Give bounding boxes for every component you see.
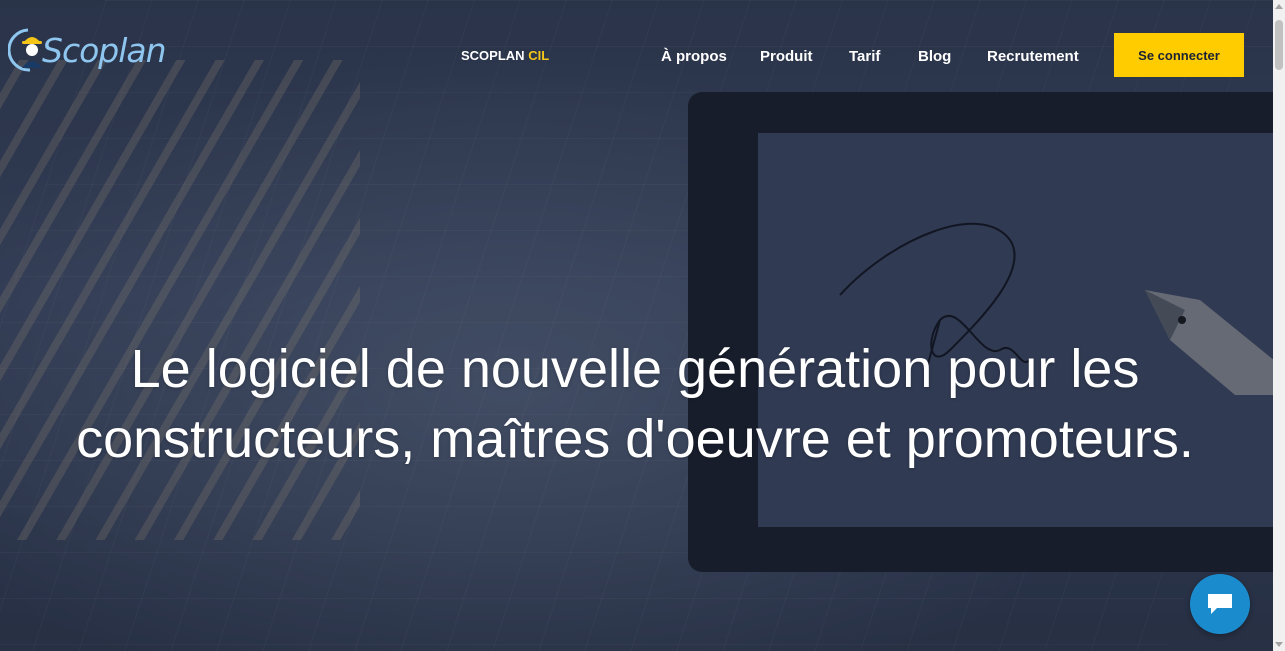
login-button[interactable]: Se connecter bbox=[1114, 33, 1244, 77]
hero-headline: Le logiciel de nouvelle génération pour … bbox=[60, 334, 1210, 474]
hero-background bbox=[0, 0, 1273, 651]
nav-item-a-propos[interactable]: À propos bbox=[661, 48, 727, 65]
chat-bubble-icon bbox=[1208, 594, 1232, 614]
chat-button[interactable] bbox=[1190, 574, 1250, 634]
scroll-up-icon[interactable] bbox=[1275, 4, 1283, 9]
nav-item-recrutement[interactable]: Recrutement bbox=[987, 48, 1079, 65]
nav-item-blog[interactable]: Blog bbox=[918, 48, 951, 65]
dark-overlay bbox=[0, 0, 1273, 651]
scoplan-logo[interactable]: Scoplan bbox=[8, 24, 167, 76]
logo-text: Scoplan bbox=[42, 30, 167, 70]
nav-item-tarif[interactable]: Tarif bbox=[849, 48, 880, 65]
scroll-down-icon[interactable] bbox=[1275, 642, 1283, 647]
page-scrollbar[interactable] bbox=[1273, 0, 1285, 651]
product-link-prefix: SCOPLAN bbox=[461, 48, 525, 63]
nav-item-produit[interactable]: Produit bbox=[760, 48, 813, 65]
headline-line-1: Le logiciel de nouvelle génération pour … bbox=[130, 339, 1140, 400]
headline-line-2: constructeurs, maîtres d'oeuvre et promo… bbox=[76, 409, 1194, 470]
worker-helmet-icon bbox=[8, 28, 42, 72]
scroll-thumb[interactable] bbox=[1275, 20, 1283, 70]
scoplan-cil-link[interactable]: SCOPLAN CIL bbox=[461, 48, 549, 63]
product-link-suffix: CIL bbox=[528, 48, 550, 63]
